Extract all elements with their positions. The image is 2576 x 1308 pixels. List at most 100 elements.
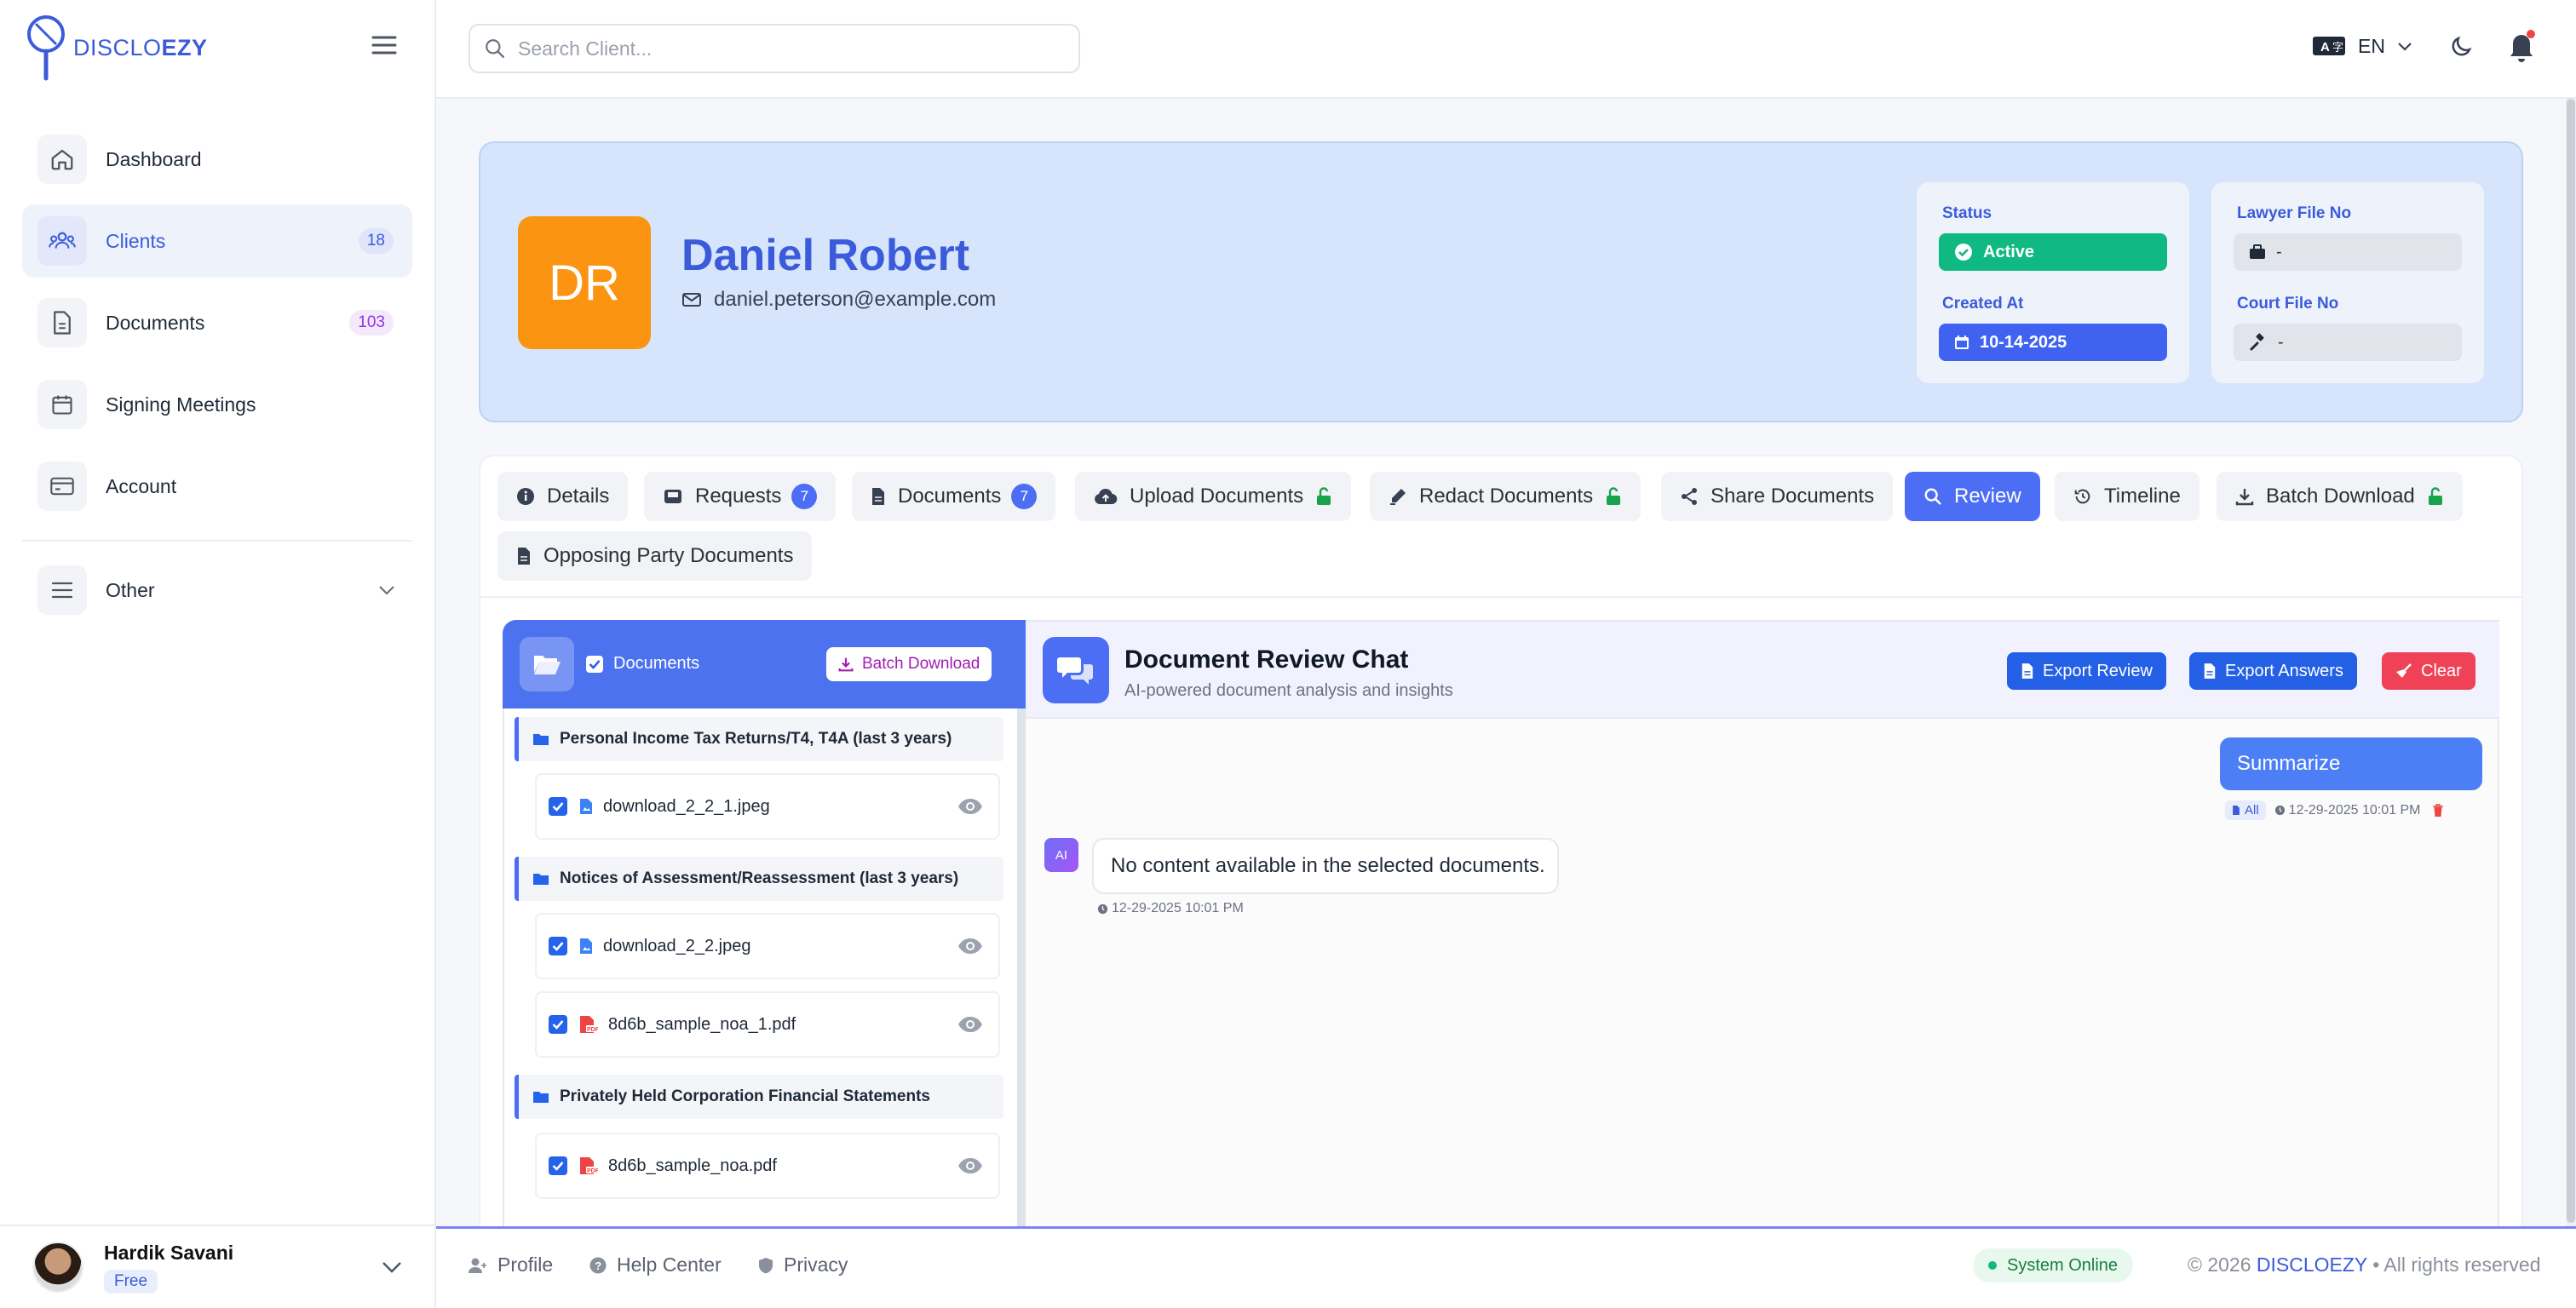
notification-bell-icon[interactable]: [2506, 29, 2537, 63]
file-checkbox[interactable]: [549, 1156, 567, 1175]
brand-logo[interactable]: DISCLOEZY: [24, 12, 208, 83]
user-message-meta: All 12-29-2025 10:01 PM: [2225, 800, 2444, 820]
svg-text:PDF: PDF: [587, 1027, 598, 1033]
users-icon: [37, 216, 87, 266]
documents-scrollbar[interactable]: [1017, 708, 1026, 1296]
tab-opposing-party-documents[interactable]: Opposing Party Documents: [497, 531, 813, 581]
file-name: download_2_2_1.jpeg: [603, 796, 770, 816]
requests-count-badge: 7: [791, 484, 818, 509]
briefcase-icon: [2250, 244, 2265, 259]
file-row[interactable]: PDF 8d6b_sample_noa.pdf: [535, 1133, 1000, 1199]
sidebar-item-other[interactable]: Other: [22, 554, 412, 627]
image-file-icon: [580, 938, 592, 954]
menu-toggle-icon[interactable]: [371, 34, 397, 56]
file-row[interactable]: download_2_2_1.jpeg: [535, 773, 1000, 840]
user-icon: [469, 1258, 486, 1273]
eye-icon[interactable]: [957, 1157, 983, 1174]
footer-profile-link[interactable]: Profile: [469, 1254, 553, 1276]
export-answers-button[interactable]: Export Answers: [2189, 652, 2357, 690]
user-menu[interactable]: Hardik Savani Free: [0, 1225, 436, 1308]
copyright-brand: DISCLOEZY: [2256, 1254, 2367, 1276]
client-name: Daniel Robert: [681, 231, 970, 280]
file-checkbox[interactable]: [549, 1015, 567, 1034]
clock-icon: [1097, 904, 1108, 914]
file-row[interactable]: download_2_2.jpeg: [535, 913, 1000, 979]
tab-requests[interactable]: Requests 7: [644, 472, 837, 521]
calendar-icon: [1955, 336, 1969, 349]
sidebar-item-documents[interactable]: Documents 103: [22, 286, 412, 359]
select-all-checkbox[interactable]: [586, 656, 603, 673]
sidebar-item-label: Other: [106, 578, 155, 601]
shield-icon: [759, 1257, 773, 1273]
tab-review[interactable]: Review: [1905, 472, 2040, 521]
export-review-button[interactable]: Export Review: [2007, 652, 2166, 690]
sidebar-item-label: Clients: [106, 229, 166, 252]
sidebar: DISCLOEZY Dashboard Clients 18 Documents…: [0, 0, 436, 1308]
history-icon: [2074, 489, 2090, 504]
svg-text:?: ?: [595, 1259, 601, 1272]
marker-icon: [1390, 489, 1406, 505]
documents-count-badge: 7: [1011, 484, 1038, 509]
eye-icon[interactable]: [957, 938, 983, 955]
tab-share-documents[interactable]: Share Documents: [1661, 472, 1894, 521]
eye-icon[interactable]: [957, 798, 983, 815]
page-scrollbar[interactable]: [2567, 99, 2575, 1223]
search-icon: [1924, 488, 1941, 505]
file-checkbox[interactable]: [549, 937, 567, 955]
tab-label: Share Documents: [1711, 485, 1875, 508]
lawyer-file-label: Lawyer File No: [2237, 204, 2352, 222]
tab-label: Details: [547, 485, 610, 508]
home-icon: [37, 135, 87, 184]
footer-privacy-link[interactable]: Privacy: [758, 1254, 848, 1276]
eye-icon[interactable]: [957, 1016, 983, 1033]
chat-header: Document Review Chat AI-powered document…: [1026, 620, 2499, 719]
clear-button[interactable]: Clear: [2382, 652, 2475, 690]
tab-label: Upload Documents: [1130, 485, 1304, 508]
tab-label: Review: [1954, 485, 2021, 508]
download-icon: [838, 657, 854, 672]
user-message-time: 12-29-2025 10:01 PM: [2274, 803, 2420, 818]
trash-icon[interactable]: [2432, 803, 2444, 818]
sidebar-item-signing-meetings[interactable]: Signing Meetings: [22, 368, 412, 441]
court-file-field: -: [2234, 324, 2462, 361]
tab-upload-documents[interactable]: Upload Documents: [1075, 472, 1352, 521]
chat-bubbles-icon: [1043, 637, 1109, 703]
tab-label: Redact Documents: [1419, 485, 1594, 508]
sidebar-item-clients[interactable]: Clients 18: [22, 204, 412, 278]
footer-help-link[interactable]: ? Help Center: [589, 1254, 722, 1276]
file-name: 8d6b_sample_noa.pdf: [608, 1156, 777, 1175]
search-box[interactable]: [469, 24, 1080, 73]
footer-help-label: Help Center: [617, 1254, 722, 1276]
file-checkbox[interactable]: [549, 797, 567, 816]
file-row[interactable]: PDF 8d6b_sample_noa_1.pdf: [535, 991, 1000, 1058]
sidebar-item-dashboard[interactable]: Dashboard: [22, 123, 412, 196]
folder-name: Notices of Assessment/Reassessment (last…: [560, 869, 959, 887]
language-selector[interactable]: A字 EN: [2312, 34, 2412, 58]
system-status-badge: System Online: [1973, 1248, 2134, 1282]
dark-mode-toggle-icon[interactable]: [2448, 34, 2474, 60]
help-circle-icon: ?: [589, 1257, 607, 1273]
tab-timeline[interactable]: Timeline: [2055, 472, 2199, 521]
folder-icon: [533, 1092, 549, 1103]
tab-documents[interactable]: Documents 7: [852, 472, 1056, 521]
check-circle-icon: [1955, 244, 1972, 261]
search-input[interactable]: [518, 37, 1029, 60]
tab-details[interactable]: Details: [497, 472, 629, 521]
translate-icon: A字: [2313, 37, 2345, 55]
tab-redact-documents[interactable]: Redact Documents: [1370, 472, 1642, 521]
tab-batch-download[interactable]: Batch Download: [2217, 472, 2463, 521]
ai-message-bubble: No content available in the selected doc…: [1092, 838, 1559, 894]
batch-download-button[interactable]: Batch Download: [826, 647, 992, 681]
folder-row[interactable]: Privately Held Corporation Financial Sta…: [515, 1075, 1003, 1119]
pdf-file-icon: PDF: [580, 1016, 598, 1033]
file-name: 8d6b_sample_noa_1.pdf: [608, 1014, 796, 1034]
tab-label: Opposing Party Documents: [543, 544, 794, 567]
sidebar-item-account[interactable]: Account: [22, 450, 412, 523]
folder-row[interactable]: Personal Income Tax Returns/T4, T4A (las…: [515, 717, 1003, 761]
footer-privacy-label: Privacy: [784, 1254, 848, 1276]
folder-row[interactable]: Notices of Assessment/Reassessment (last…: [515, 857, 1003, 901]
file-icon: [518, 548, 530, 565]
client-initials-avatar: DR: [518, 216, 651, 349]
folder-open-icon: [520, 637, 574, 691]
svg-text:A: A: [2320, 40, 2330, 54]
